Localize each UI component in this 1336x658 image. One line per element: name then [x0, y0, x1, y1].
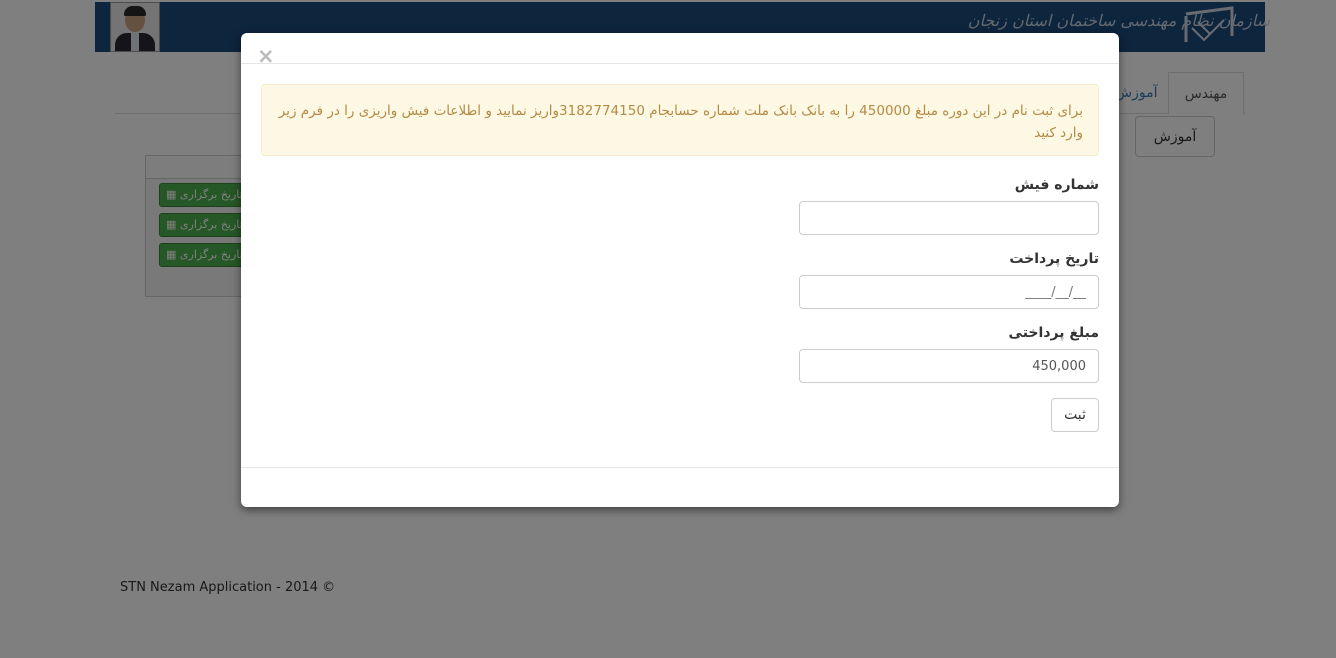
modal-header: ×	[241, 33, 1119, 67]
receipt-number-label: شماره فیش	[1014, 177, 1099, 193]
payment-amount-label: مبلغ پرداختی	[1008, 325, 1099, 341]
modal-footer	[241, 467, 1119, 468]
close-icon[interactable]: ×	[257, 46, 275, 67]
receipt-number-input[interactable]	[799, 201, 1099, 235]
payment-amount-input[interactable]	[799, 349, 1099, 383]
submit-button[interactable]: ثبت	[1051, 398, 1099, 432]
payment-modal: × برای ثبت نام در این دوره مبلغ 450000 ر…	[241, 33, 1119, 507]
payment-instructions-alert: برای ثبت نام در این دوره مبلغ 450000 را …	[261, 84, 1099, 156]
payment-date-input[interactable]	[799, 275, 1099, 309]
payment-date-label: تاریخ پرداخت	[1009, 251, 1099, 267]
